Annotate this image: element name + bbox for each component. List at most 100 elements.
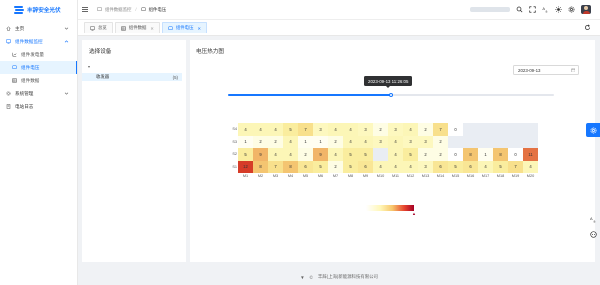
heatmap-cell[interactable]: 2 (253, 135, 268, 148)
heatmap-cell[interactable] (463, 135, 478, 148)
sidebar-item-voltage[interactable]: 组件电压 (0, 61, 77, 74)
heatmap-cell[interactable]: 5 (343, 160, 358, 173)
visual-map-handle-icon[interactable]: ▲ (412, 211, 416, 216)
heatmap-cell[interactable]: 4 (478, 160, 493, 173)
tab-module-voltage[interactable]: 组件电压 ✕ (161, 22, 207, 33)
support-float-icon[interactable] (590, 231, 597, 238)
heatmap-cell[interactable]: 4 (388, 148, 403, 161)
heatmap-cell[interactable]: 4 (328, 148, 343, 161)
tree-node-transceiver[interactable]: 收发器 (5) (82, 73, 182, 81)
translate-icon[interactable]: Aa (542, 6, 549, 13)
heatmap-cell[interactable]: 2 (433, 148, 448, 161)
heatmap-cell[interactable]: 4 (253, 123, 268, 136)
visual-map-scale[interactable]: ▲ (366, 205, 416, 216)
user-avatar[interactable] (581, 5, 591, 14)
search-icon[interactable] (516, 6, 523, 13)
heatmap-cell[interactable]: 1 (238, 135, 253, 148)
heatmap-cell[interactable]: 2 (328, 135, 343, 148)
heatmap-cell[interactable]: 2 (433, 135, 448, 148)
heatmap-cell[interactable]: 4 (268, 123, 283, 136)
heatmap-cell[interactable]: 0 (448, 123, 463, 136)
heatmap-cell[interactable]: 3 (358, 123, 373, 136)
heatmap-cell[interactable] (463, 123, 478, 136)
heatmap-cell[interactable]: 3 (313, 123, 328, 136)
heatmap-cell[interactable] (523, 123, 538, 136)
heatmap-cell[interactable] (508, 135, 523, 148)
heatmap-cell[interactable]: 5 (238, 148, 253, 161)
heatmap-cell[interactable]: 3 (403, 135, 418, 148)
sidebar-item-system[interactable]: 系统管理 (0, 87, 77, 100)
heatmap-cell[interactable]: 3 (418, 135, 433, 148)
heatmap-cell[interactable]: 4 (373, 160, 388, 173)
tab-module-data[interactable]: 组件数据 ✕ (114, 22, 160, 33)
sidebar-item-data[interactable]: 组件数据 (0, 74, 77, 87)
heatmap-cell[interactable]: 7 (298, 123, 313, 136)
heatmap-cell[interactable]: 8 (493, 148, 508, 161)
heatmap-cell[interactable]: 4 (388, 160, 403, 173)
heatmap-cell[interactable] (523, 135, 538, 148)
heatmap-cell[interactable]: 1 (478, 148, 493, 161)
heatmap-cell[interactable]: 3 (373, 135, 388, 148)
heatmap-cell[interactable]: 5 (448, 160, 463, 173)
refresh-icon[interactable] (584, 24, 591, 31)
heatmap-cell[interactable]: 5 (493, 160, 508, 173)
heatmap-cell[interactable]: 9 (313, 148, 328, 161)
heatmap-cell[interactable]: 5 (358, 148, 373, 161)
heatmap-cell[interactable]: 2 (418, 123, 433, 136)
breadcrumb-item[interactable]: 组件数据监控 (105, 7, 131, 13)
heatmap-cell[interactable]: 8 (283, 160, 298, 173)
slider-thumb[interactable] (388, 92, 394, 97)
heatmap-cell[interactable]: 4 (238, 123, 253, 136)
heatmap-cell[interactable]: 2 (373, 123, 388, 136)
sidebar-item-power[interactable]: 组件发电量 (0, 48, 77, 61)
gear-icon[interactable] (568, 6, 575, 13)
heatmap-cell[interactable]: 4 (328, 123, 343, 136)
header-search-box[interactable] (470, 7, 510, 12)
tab-overview[interactable]: 总览 (84, 22, 113, 33)
heatmap-cell[interactable]: 11 (523, 148, 538, 161)
heatmap-cell[interactable]: 4 (403, 160, 418, 173)
heatmap-cell[interactable] (508, 123, 523, 136)
sun-icon[interactable] (555, 6, 562, 13)
heatmap-cell[interactable]: 7 (433, 123, 448, 136)
heatmap-cell[interactable]: 0 (508, 148, 523, 161)
close-icon[interactable]: ✕ (197, 26, 201, 31)
heatmap-cell[interactable]: 1 (298, 135, 313, 148)
heatmap-cell[interactable]: 4 (523, 160, 538, 173)
heatmap-cell[interactable]: 8 (463, 148, 478, 161)
heatmap-cell[interactable]: 5 (283, 123, 298, 136)
translate-float-icon[interactable]: Aa (590, 216, 597, 223)
heatmap-cell[interactable]: 5 (343, 148, 358, 161)
heatmap-cell[interactable]: 4 (283, 148, 298, 161)
sidebar-item-home[interactable]: 主页 (0, 22, 77, 35)
heatmap-cell[interactable] (478, 123, 493, 136)
heatmap-cell[interactable] (448, 135, 463, 148)
close-icon[interactable]: ✕ (150, 26, 154, 31)
heatmap-cell[interactable]: 3 (418, 160, 433, 173)
heatmap-cell[interactable]: 6 (358, 160, 373, 173)
heatmap-cell[interactable]: 4 (388, 135, 403, 148)
chevron-down-icon[interactable]: ▼ (300, 275, 305, 280)
heatmap-cell[interactable]: 2 (328, 160, 343, 173)
heatmap-cell[interactable] (493, 135, 508, 148)
heatmap-cell[interactable]: 2 (298, 148, 313, 161)
heatmap-cell[interactable]: 12 (238, 160, 253, 173)
heatmap-cell[interactable]: 4 (358, 135, 373, 148)
heatmap-cell[interactable]: 7 (268, 160, 283, 173)
heatmap-cell[interactable]: 7 (508, 160, 523, 173)
heatmap-cell[interactable]: 6 (298, 160, 313, 173)
heatmap-cell[interactable]: 3 (388, 123, 403, 136)
heatmap-cell[interactable]: 6 (463, 160, 478, 173)
heatmap-cell[interactable]: 5 (403, 148, 418, 161)
heatmap-cell[interactable]: 6 (433, 160, 448, 173)
heatmap-cell[interactable]: 4 (283, 135, 298, 148)
heatmap-cell[interactable]: 4 (403, 123, 418, 136)
sidebar-item-log[interactable]: 电站日志 (0, 100, 77, 113)
heatmap-cell[interactable]: 4 (343, 135, 358, 148)
heatmap-cell[interactable] (478, 135, 493, 148)
tree-expand-icon[interactable]: ▾ (88, 64, 90, 69)
menu-collapse-icon[interactable] (82, 7, 92, 12)
settings-float-button[interactable] (586, 123, 600, 137)
heatmap-cell[interactable]: 1 (313, 135, 328, 148)
heatmap-cell[interactable]: 9 (253, 148, 268, 161)
